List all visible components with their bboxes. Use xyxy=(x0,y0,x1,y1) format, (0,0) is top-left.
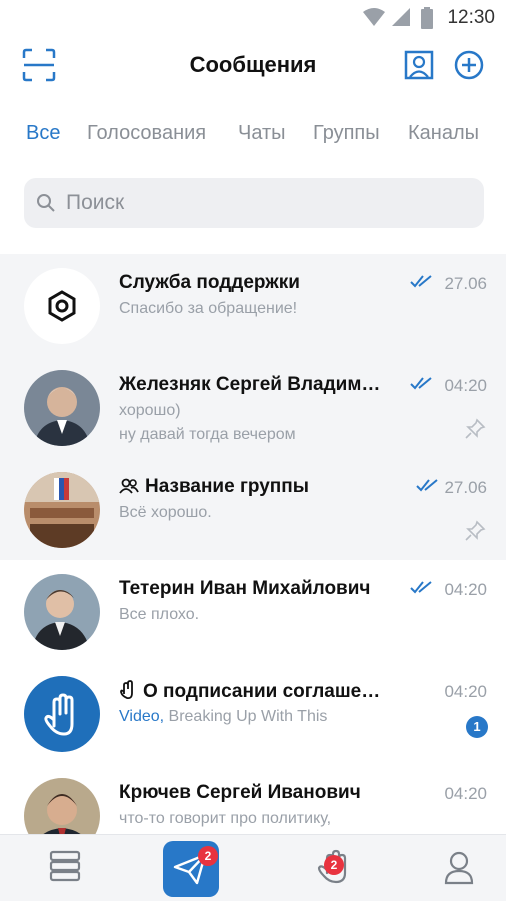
chat-name: Железняк Сергей Владимирович xyxy=(119,374,391,395)
pin-icon xyxy=(465,520,486,541)
tab-groups[interactable]: Группы xyxy=(313,122,380,145)
person-photo-icon xyxy=(24,778,100,834)
person-photo-icon xyxy=(24,370,100,446)
chat-name: Служба поддержки xyxy=(119,272,300,293)
chat-time: 04:20 xyxy=(444,376,487,395)
chat-name: Крючев Сергей Иванович xyxy=(119,782,361,803)
chat-preview-line-1: хорошо) xyxy=(119,402,181,419)
chat-time: 04:20 xyxy=(444,682,487,701)
avatar xyxy=(24,370,100,446)
search-bar xyxy=(24,178,484,228)
group-icon xyxy=(119,478,139,494)
nav-profile[interactable] xyxy=(410,835,506,901)
status-time: 12:30 xyxy=(447,7,495,28)
tab-all[interactable]: Все xyxy=(26,122,60,145)
chat-preview: Всё хорошо. xyxy=(119,504,212,521)
stack-icon xyxy=(49,850,81,882)
chat-name-text: О подписании соглашения xyxy=(143,681,391,702)
chat-time: 27.06 xyxy=(444,274,487,293)
nav-feed[interactable] xyxy=(16,835,116,901)
chat-preview: Video, Breaking Up With This xyxy=(119,708,399,726)
battery-icon xyxy=(421,7,433,29)
group-photo-icon xyxy=(24,472,100,548)
chat-name: Название группы xyxy=(119,476,391,498)
chat-time: 27.06 xyxy=(444,478,487,497)
tab-chats[interactable]: Чаты xyxy=(238,122,286,145)
chat-item-kryuchev[interactable]: Крючев Сергей Иванович что-то говорит пр… xyxy=(0,764,506,834)
nav-messages[interactable]: 2 xyxy=(163,841,219,897)
chat-preview: Все плохо. xyxy=(119,606,200,623)
person-photo-icon xyxy=(24,574,100,650)
header: Сообщения xyxy=(0,34,506,98)
support-logo-icon xyxy=(48,290,76,322)
avatar xyxy=(24,472,100,548)
chat-name: Тетерин Иван Михайлович xyxy=(119,578,371,599)
chat-time: 04:20 xyxy=(444,784,487,803)
chat-preview: Спасибо за обращение! xyxy=(119,300,298,317)
preview-text: Breaking Up With This xyxy=(168,708,328,725)
signal-icon xyxy=(392,8,410,26)
contacts-icon[interactable] xyxy=(402,48,436,82)
vote-icon xyxy=(120,680,133,700)
tab-votes[interactable]: Голосования xyxy=(87,122,206,145)
double-check-icon xyxy=(416,479,438,492)
unread-badge: 1 xyxy=(466,716,488,738)
avatar xyxy=(24,778,100,834)
profile-icon xyxy=(444,851,474,885)
pin-icon xyxy=(465,418,486,439)
add-circle-icon[interactable] xyxy=(452,48,486,82)
chat-preview-line-2: ну давай тогда вечером xyxy=(119,426,296,443)
avatar xyxy=(24,268,100,344)
nav-votes[interactable]: 2 xyxy=(284,835,384,901)
messages-badge: 2 xyxy=(198,846,218,866)
chat-item-vote[interactable]: О подписании соглашения Video, Breaking … xyxy=(0,662,506,764)
filter-tabs: Все Голосования Чаты Группы Каналы xyxy=(0,98,506,168)
wifi-icon xyxy=(363,8,385,26)
chat-time: 04:20 xyxy=(444,580,487,599)
chat-item-group[interactable]: Название группы Всё хорошо. 27.06 xyxy=(0,458,506,560)
votes-badge: 2 xyxy=(324,855,344,875)
chat-item-zheleznyak[interactable]: Железняк Сергей Владимирович хорошо) ну … xyxy=(0,356,506,458)
double-check-icon xyxy=(410,581,432,594)
chat-list: Служба поддержки Спасибо за обращение! 2… xyxy=(0,254,506,834)
chat-name-text: Название группы xyxy=(145,476,309,497)
status-bar: 12:30 xyxy=(0,0,506,34)
preview-accent: Video, xyxy=(119,708,165,725)
tab-channels[interactable]: Каналы xyxy=(408,122,479,145)
raised-hand-icon xyxy=(44,693,74,736)
double-check-icon xyxy=(410,377,432,390)
search-icon xyxy=(37,194,55,212)
search-input[interactable] xyxy=(66,178,466,228)
double-check-icon xyxy=(410,275,432,288)
chat-item-teterin[interactable]: Тетерин Иван Михайлович Все плохо. 04:20 xyxy=(0,560,506,662)
bottom-nav: 2 2 xyxy=(0,834,506,901)
chat-name: О подписании соглашения xyxy=(119,680,391,703)
avatar xyxy=(24,574,100,650)
chat-preview: что-то говорит про политику, xyxy=(119,810,332,827)
chat-item-support[interactable]: Служба поддержки Спасибо за обращение! 2… xyxy=(0,254,506,356)
avatar xyxy=(24,676,100,752)
